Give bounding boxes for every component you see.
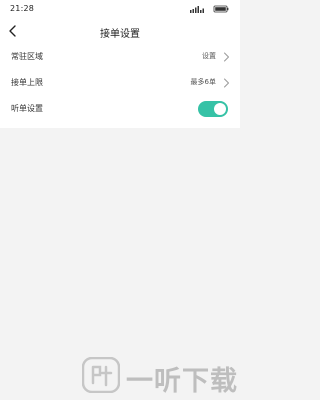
- watermark-logo-icon: [82, 357, 120, 393]
- watermark: 一听下载: [82, 355, 242, 397]
- settings-row-listen-orders: 听单设置: [0, 96, 240, 122]
- watermark-text: 一听下载: [126, 366, 238, 397]
- settings-row-order-limit[interactable]: 接单上限 最多6单: [0, 70, 240, 96]
- settings-list: 常驻区域 设置 接单上限 最多6单 听单设置: [0, 44, 240, 128]
- chevron-right-icon: [224, 52, 229, 62]
- settings-row-resident-area[interactable]: 常驻区域 设置: [0, 44, 240, 70]
- row-value: 设置: [202, 52, 216, 60]
- status-bar: 21:28: [0, 0, 240, 18]
- signal-icon: [190, 6, 204, 13]
- list-bottom-gap: [0, 122, 240, 128]
- listen-orders-toggle[interactable]: [198, 101, 228, 117]
- nav-bar: 接单设置: [0, 18, 240, 44]
- chevron-right-icon: [224, 78, 229, 88]
- row-label: 听单设置: [11, 104, 43, 113]
- battery-icon: [213, 5, 229, 13]
- status-icons: [190, 5, 230, 13]
- row-value: 最多6单: [190, 78, 216, 86]
- page-title: 接单设置: [100, 29, 140, 40]
- row-label: 常驻区域: [11, 52, 43, 61]
- status-time: 21:28: [10, 4, 35, 13]
- app-screen: 21:28 接单设置 常驻区域 设置 接单上限 最多6单 听单设置 一听下载: [0, 0, 240, 400]
- toggle-knob: [214, 103, 226, 115]
- row-label: 接单上限: [11, 78, 43, 87]
